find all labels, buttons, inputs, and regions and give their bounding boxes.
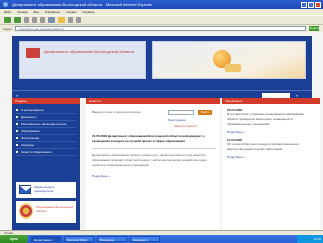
address-input[interactable]: http://www.edu.vologda-oblast.ru/ [15,26,306,31]
site-title: Департамент образования Вологодской обла… [44,49,135,54]
address-label: Адрес: [3,26,13,31]
close-icon[interactable] [315,1,321,8]
address-bar: Адрес: http://www.edu.vologda-oblast.ru/… [0,24,323,32]
login-button[interactable]: Войти [198,110,212,115]
sidebar-item[interactable]: Документы [16,114,76,121]
window-title: Департамент образования Вологодской обла… [12,2,153,7]
login-label: Введите логин и пароль для входа [92,110,141,114]
article-lead: 21.05.2008 Департамент образования Волог… [92,134,205,143]
stop-icon[interactable] [24,17,29,23]
window-titlebar: Департамент образования Вологодской обла… [0,0,323,9]
start-button[interactable]: пуск [0,235,28,243]
announcement-text: В соответствии с приказом департамента о… [227,112,304,126]
login-input[interactable] [168,110,194,115]
favorites-icon[interactable] [58,17,65,23]
browser-toolbar [0,15,323,24]
announcement-item: 20.05.2008 В соответствии с приказом деп… [222,104,320,134]
site-logo-banner[interactable]: Департамент образования Вологодской обла… [19,41,146,79]
register-link[interactable]: Регистрация [168,118,186,122]
taskbar-item[interactable]: Документ1 [130,236,160,242]
nav-strip: » » [12,90,312,98]
emblem-icon [19,203,33,219]
taskbar: пуск Департамент... Microsoft Word Входя… [0,235,323,243]
home-icon[interactable] [40,17,45,23]
sidebar-item[interactable]: Конкурсы [16,142,76,149]
promo-text: Задать вопрос руководителю [34,185,55,193]
taskbar-item[interactable]: Microsoft Word [64,236,94,242]
maximize-icon[interactable] [308,1,314,8]
news-article: 21.05.2008 Департамент образования Волог… [92,134,216,178]
search-icon[interactable] [48,17,55,23]
main-content: Новости Введите логин и пароль для входа… [86,98,220,230]
window-controls [301,1,321,8]
emblem-text: Образование Вологодской области [36,205,74,213]
internet-explorer-icon [3,2,8,7]
sidebar-item[interactable]: Региональное законодательство [16,121,76,128]
site-search-button[interactable]: » [296,93,298,98]
article-text: Департамент образования области совместн… [92,152,207,167]
back-icon[interactable] [4,17,11,23]
sidebar-item[interactable]: Электронная [16,135,76,142]
read-more-link[interactable]: Подробнее » [92,174,216,178]
sidebar-item[interactable]: О департаменте [16,107,76,114]
taskbar-item[interactable]: Входящие [97,236,127,242]
forgot-password-link[interactable]: Забыли пароль? [174,124,197,128]
right-sidebar: Объявления 20.05.2008 В соответствии с п… [222,98,320,230]
envelope-icon [19,185,32,194]
announcement-item: 15.05.2008 Об итогах областного конкурса… [222,134,320,159]
header-illustration [152,41,306,79]
nav-arrow[interactable]: » [16,93,18,98]
sidebar-menu: О департаменте Документы Региональное за… [12,104,80,156]
divider [92,148,216,149]
sidebar-item[interactable]: Новости образования [16,149,76,156]
clock: 14:35 [297,235,323,243]
web-page: Департамент образования Вологодской обла… [0,32,323,230]
forward-icon[interactable] [14,17,21,23]
region-emblem-banner[interactable]: Образование Вологодской области [16,201,76,223]
mail-icon[interactable] [68,17,73,23]
announcement-text: Об итогах областного конкурса профессион… [227,142,300,151]
sidebar-item[interactable]: Образование [16,128,76,135]
site-search-input[interactable] [262,92,290,98]
taskbar-item[interactable]: Департамент... [31,236,61,242]
site-header: Департамент образования Вологодской обла… [12,36,312,90]
left-sidebar: Разделы О департаменте Документы Региона… [12,98,80,230]
book-icon [26,48,40,58]
go-button[interactable]: Переход [309,26,321,31]
login-box: Введите логин и пароль для входа Войти Р… [86,104,220,130]
print-icon[interactable] [76,17,81,23]
refresh-icon[interactable] [32,17,37,23]
minimize-icon[interactable] [301,1,307,8]
ask-question-banner[interactable]: Задать вопрос руководителю [16,182,76,198]
announcement-link[interactable]: Подробнее » [227,155,315,159]
lamp-icon [225,64,241,72]
